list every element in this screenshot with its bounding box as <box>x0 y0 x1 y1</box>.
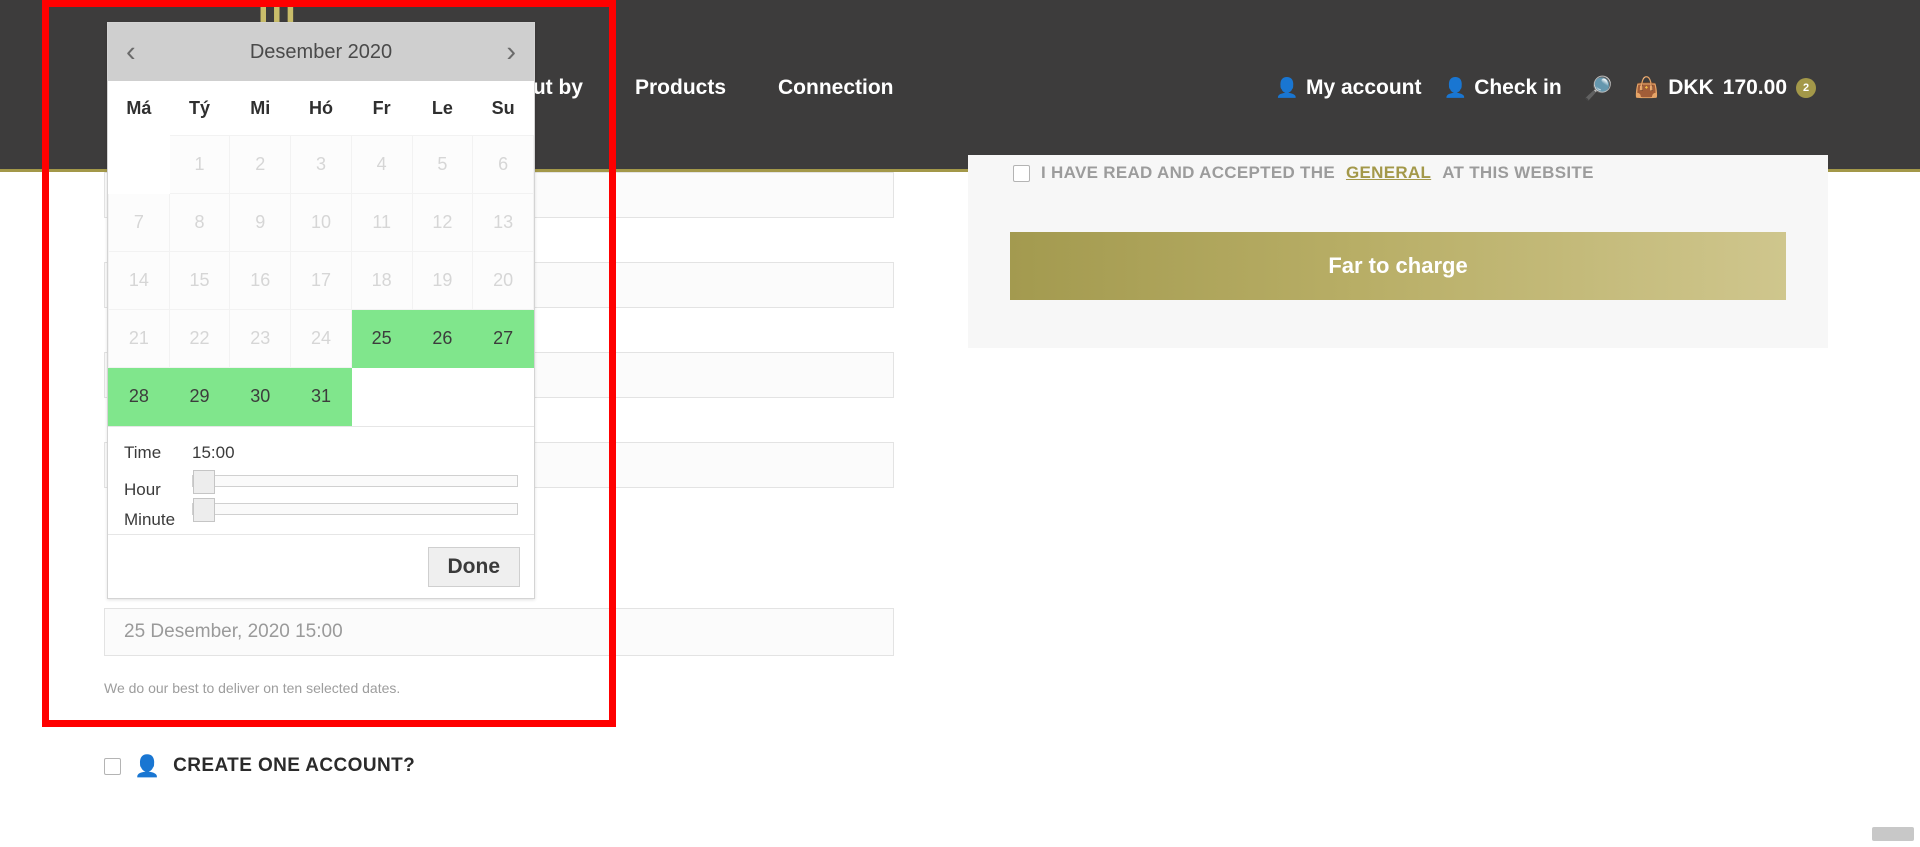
calendar-day-27[interactable]: 27 <box>472 309 534 368</box>
weekday-5: Le <box>412 81 473 136</box>
hour-slider-handle[interactable] <box>193 470 215 494</box>
create-account-row[interactable]: 👤 CREATE ONE ACCOUNT? <box>104 755 415 777</box>
create-account-label: CREATE ONE ACCOUNT? <box>173 755 416 776</box>
calendar-day-6: 6 <box>472 135 534 194</box>
calendar-day-18: 18 <box>350 251 413 310</box>
calendar-week-row: 21 22 23 24 25 26 27 <box>108 309 534 368</box>
calendar-day-21: 21 <box>108 309 170 368</box>
calendar-day-1: 1 <box>168 135 231 194</box>
check-in-label: Check in <box>1474 76 1562 99</box>
datepicker-header: ‹ Desember 2020 › <box>108 23 534 81</box>
calendar-weekday-header: Má Tý Mi Hó Fr Le Su <box>108 81 534 136</box>
calendar-day-23: 23 <box>229 309 292 368</box>
calendar-day-8: 8 <box>168 193 231 252</box>
terms-acceptance-row[interactable]: I HAVE READ AND ACCEPTED THE GENERAL AT … <box>1013 163 1594 183</box>
calendar-day-2: 2 <box>229 135 292 194</box>
calendar-cell-empty <box>350 367 413 426</box>
calendar-day-5: 5 <box>411 135 474 194</box>
place-order-button[interactable]: Far to charge <box>1010 232 1786 300</box>
chevron-right-icon[interactable]: › <box>506 37 516 67</box>
terms-prefix: I HAVE READ AND ACCEPTED THE <box>1041 163 1335 182</box>
calendar-day-30[interactable]: 30 <box>229 367 292 426</box>
time-label: Time <box>124 443 162 462</box>
calendar-day-26[interactable]: 26 <box>411 309 474 368</box>
my-account-label: My account <box>1305 76 1422 99</box>
terms-checkbox[interactable] <box>1013 164 1030 182</box>
primary-nav: out by Products Connection <box>520 68 894 108</box>
user-circle-icon: 👤 <box>134 754 161 778</box>
time-value: 15:00 <box>192 443 235 462</box>
my-account-link[interactable]: 👤 My account <box>1275 76 1421 100</box>
terms-suffix: AT THIS WEBSITE <box>1442 163 1594 182</box>
time-selector-section: Time 15:00 Hour Minute <box>108 426 534 534</box>
weekday-4: Fr <box>351 81 413 136</box>
nav-link-products[interactable]: Products <box>635 76 726 100</box>
nav-utility-group: 👤 My account 👤 Check in 🔍 👜 DKK 170.00 2 <box>1275 68 1816 108</box>
calendar-day-13: 13 <box>472 193 534 252</box>
scrollbar-thumb[interactable] <box>1872 827 1914 841</box>
weekday-2: Mi <box>229 81 291 136</box>
calendar-day-19: 19 <box>411 251 474 310</box>
delivery-date-input[interactable]: 25 Desember, 2020 15:00 <box>104 608 894 656</box>
calendar-cell-empty <box>472 367 534 426</box>
calendar-cell-empty <box>411 367 474 426</box>
calendar-day-14: 14 <box>108 251 170 310</box>
shopping-bag-icon: 👜 <box>1634 77 1660 99</box>
calendar-week-row: 28 29 30 31 <box>108 367 534 426</box>
calendar-day-31[interactable]: 31 <box>290 367 352 426</box>
calendar-day-22: 22 <box>168 309 231 368</box>
time-display-row: Time 15:00 <box>108 438 534 468</box>
calendar-day-12: 12 <box>411 193 474 252</box>
calendar-day-28[interactable]: 28 <box>108 367 170 426</box>
weekday-1: Tý <box>169 81 230 136</box>
time-sliders <box>108 467 534 523</box>
calendar-day-9: 9 <box>229 193 292 252</box>
calendar-cell-empty <box>108 135 170 194</box>
calendar-day-11: 11 <box>350 193 413 252</box>
weekday-6: Su <box>472 81 534 136</box>
calendar-day-10: 10 <box>290 193 352 252</box>
datetime-picker-popup: ‹ Desember 2020 › Má Tý Mi Hó Fr Le Su 1… <box>107 22 535 599</box>
cart-count-badge: 2 <box>1796 78 1816 98</box>
search-icon[interactable]: 🔍 <box>1584 75 1613 101</box>
cart-link[interactable]: 👜 DKK 170.00 2 <box>1634 76 1816 100</box>
calendar-day-16: 16 <box>229 251 292 310</box>
person-icon: 👤 <box>1275 77 1299 99</box>
calendar-day-29[interactable]: 29 <box>168 367 231 426</box>
calendar-body: 1 2 3 4 5 6 7 8 9 10 11 12 13 14 15 16 17 18 19 20 21 22 23 24 2… <box>108 135 534 426</box>
calendar-week-row: 7 8 9 10 11 12 13 <box>108 193 534 252</box>
cart-amount: 170.00 <box>1722 76 1787 99</box>
calendar-day-7: 7 <box>108 193 170 252</box>
delivery-date-help-text: We do our best to deliver on ten selecte… <box>104 680 401 696</box>
weekday-3: Hó <box>290 81 352 136</box>
nav-link-connection[interactable]: Connection <box>778 76 894 100</box>
calendar-day-15: 15 <box>168 251 231 310</box>
calendar-day-24: 24 <box>290 309 352 368</box>
datepicker-footer: Done <box>108 534 534 598</box>
chevron-left-icon[interactable]: ‹ <box>126 37 136 67</box>
hour-slider[interactable] <box>192 470 518 494</box>
calendar-day-25[interactable]: 25 <box>350 309 413 368</box>
calendar-day-4: 4 <box>350 135 413 194</box>
weekday-0: Má <box>108 81 170 136</box>
calendar-day-17: 17 <box>290 251 352 310</box>
minute-slider[interactable] <box>192 498 518 522</box>
minute-slider-handle[interactable] <box>193 498 215 522</box>
hour-slider-row <box>108 467 534 495</box>
calendar-week-row: 14 15 16 17 18 19 20 <box>108 251 534 310</box>
minute-slider-row <box>108 495 534 523</box>
calendar-week-row: 123456 <box>108 135 534 194</box>
create-account-checkbox[interactable] <box>104 757 121 775</box>
terms-link[interactable]: GENERAL <box>1346 163 1431 183</box>
cart-currency: DKK <box>1668 76 1714 99</box>
done-button[interactable]: Done <box>427 546 520 587</box>
person-icon: 👤 <box>1443 77 1468 99</box>
calendar-day-20: 20 <box>472 251 534 310</box>
datepicker-month-title: Desember 2020 <box>249 40 393 63</box>
calendar-day-3: 3 <box>290 135 352 194</box>
calendar-grid: Má Tý Mi Hó Fr Le Su 1 2 3 4 5 6 7 8 9 10 11 12 13 14… <box>108 81 534 426</box>
check-in-link[interactable]: 👤 Check in <box>1444 76 1562 100</box>
